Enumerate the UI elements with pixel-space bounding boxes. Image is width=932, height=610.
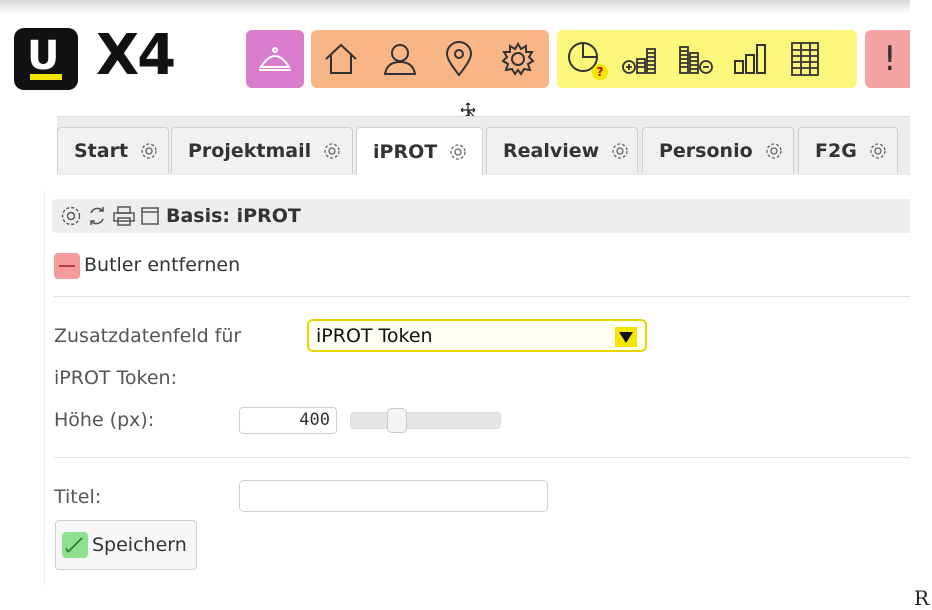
coins-remove-icon[interactable] bbox=[667, 30, 722, 88]
save-button[interactable]: Speichern bbox=[55, 520, 197, 570]
tab-personio[interactable]: Personio bbox=[642, 127, 794, 173]
toolbar-group-finance: ? bbox=[557, 30, 857, 88]
tab-label: F2G bbox=[815, 139, 857, 162]
tab-gear-icon[interactable] bbox=[323, 142, 341, 160]
home-icon[interactable] bbox=[311, 30, 370, 88]
toolbar-group-alert: ! bbox=[865, 30, 910, 88]
tab-start[interactable]: Start bbox=[57, 127, 169, 173]
panel-title: Basis: iPROT bbox=[166, 205, 301, 227]
tab-realview[interactable]: Realview bbox=[486, 127, 638, 173]
tab-label: Personio bbox=[659, 139, 753, 162]
tab-gear-icon[interactable] bbox=[140, 142, 158, 160]
remove-butler-icon[interactable] bbox=[54, 253, 80, 279]
additional-field-label: Zusatzdatenfeld für bbox=[54, 325, 242, 347]
height-slider-handle[interactable] bbox=[386, 408, 407, 433]
panel-refresh-icon[interactable] bbox=[86, 205, 108, 227]
tab-gear-icon[interactable] bbox=[449, 143, 467, 161]
product-logo: X4 bbox=[96, 23, 176, 88]
tab-projektmail[interactable]: Projektmail bbox=[171, 127, 353, 173]
height-slider-track[interactable] bbox=[350, 412, 501, 429]
corner-text-fragment: R bbox=[914, 586, 930, 610]
panel-header: Basis: iPROT bbox=[52, 199, 910, 233]
clock-warning-icon[interactable]: ? bbox=[557, 30, 612, 88]
logo-underline bbox=[30, 74, 62, 80]
title-label: Titel: bbox=[54, 486, 102, 508]
brand-logo-u[interactable]: U bbox=[14, 28, 78, 90]
tab-label: iPROT bbox=[373, 140, 438, 163]
location-pin-icon[interactable] bbox=[429, 30, 488, 88]
tab-gear-icon[interactable] bbox=[765, 142, 783, 160]
alert-icon[interactable]: ! bbox=[883, 39, 897, 79]
toolbar-group-navigation bbox=[311, 30, 549, 88]
tab-label: Start bbox=[74, 139, 129, 162]
chevron-down-icon[interactable] bbox=[615, 327, 637, 347]
divider bbox=[54, 296, 910, 297]
butler-bell-icon[interactable] bbox=[255, 39, 295, 79]
coins-add-icon[interactable] bbox=[612, 30, 667, 88]
panel-fullscreen-icon[interactable] bbox=[140, 206, 160, 226]
user-icon[interactable] bbox=[370, 30, 429, 88]
save-button-label: Speichern bbox=[92, 534, 187, 556]
spreadsheet-icon[interactable] bbox=[777, 30, 832, 88]
panel-settings-icon[interactable] bbox=[60, 205, 82, 227]
checkmark-icon bbox=[62, 532, 88, 558]
header-shadow bbox=[0, 0, 910, 14]
select-value: iPROT Token bbox=[316, 324, 433, 347]
tab-label: Realview bbox=[503, 139, 600, 162]
settings-gear-icon[interactable] bbox=[488, 30, 547, 88]
logo-letter: U bbox=[27, 33, 60, 79]
additional-field-label-cont: iPROT Token: bbox=[54, 367, 177, 389]
top-header: U X4 ? ! bbox=[0, 0, 910, 100]
toolbar-group-butler bbox=[246, 30, 304, 88]
clock-badge: ? bbox=[592, 64, 608, 80]
tab-f2g[interactable]: F2G bbox=[798, 127, 898, 173]
title-input[interactable] bbox=[239, 480, 548, 512]
height-input[interactable]: 400 bbox=[239, 407, 337, 434]
divider bbox=[54, 457, 910, 458]
panel-print-icon[interactable] bbox=[112, 205, 136, 227]
height-label: Höhe (px): bbox=[54, 409, 155, 431]
bar-chart-icon[interactable] bbox=[722, 30, 777, 88]
remove-butler-link[interactable]: Butler entfernen bbox=[84, 254, 240, 276]
additional-field-select[interactable]: iPROT Token bbox=[307, 319, 647, 352]
tab-iprot[interactable]: iPROT bbox=[356, 127, 483, 175]
tab-gear-icon[interactable] bbox=[611, 142, 629, 160]
tab-gear-icon[interactable] bbox=[869, 142, 887, 160]
tab-label: Projektmail bbox=[188, 139, 312, 162]
